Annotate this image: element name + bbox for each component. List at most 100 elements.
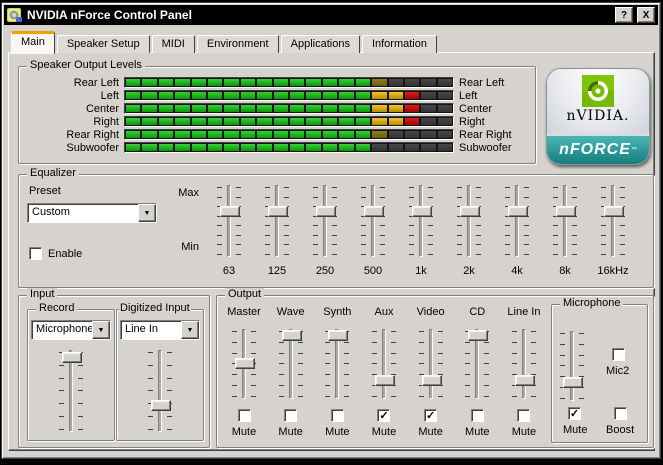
record-dropdown-arrow-icon[interactable]: ▼	[92, 321, 110, 339]
wave-slider-thumb[interactable]	[282, 330, 302, 341]
meter-segment-green	[192, 131, 206, 138]
titlebar[interactable]: NVIDIA nForce Control Panel ? X	[4, 5, 658, 25]
meter-segment-green	[339, 118, 353, 125]
microphone-track[interactable]	[570, 331, 574, 401]
eq-8k-slider-thumb[interactable]	[556, 206, 576, 217]
eq-1k-slider-thumb[interactable]	[412, 206, 432, 217]
eq-2k-slider-thumb[interactable]	[460, 206, 480, 217]
eq-250-slider[interactable]	[313, 185, 337, 257]
tick-mark	[512, 353, 517, 354]
mic2-checkbox[interactable]	[612, 348, 625, 361]
meter-segment-green	[241, 92, 255, 99]
digitized-input-track[interactable]	[158, 350, 162, 432]
eq-500-slider-thumb[interactable]	[364, 206, 384, 217]
tab-main[interactable]: Main	[11, 31, 55, 54]
eq-2k-slider[interactable]	[457, 185, 481, 257]
master-track[interactable]	[242, 329, 246, 399]
eq-band-label: 8k	[559, 265, 571, 277]
eq-8k-slider[interactable]	[553, 185, 577, 257]
eq-band-label: 250	[316, 265, 334, 277]
output-channel-label: Aux	[374, 306, 393, 319]
preset-combobox[interactable]: Custom ▼	[27, 203, 157, 223]
tab-midi[interactable]: MIDI	[152, 35, 195, 53]
eq-8k-track[interactable]	[563, 185, 567, 257]
aux-track[interactable]	[382, 329, 386, 399]
digitized-dropdown-arrow-icon[interactable]: ▼	[181, 321, 199, 339]
synth-track[interactable]	[335, 329, 339, 399]
eq-125-slider-thumb[interactable]	[268, 206, 288, 217]
tab-information[interactable]: Information	[362, 35, 437, 53]
line-in-slider-thumb[interactable]	[515, 375, 535, 386]
record-track[interactable]	[69, 350, 73, 432]
eq-1k-track[interactable]	[419, 185, 423, 257]
wave-slider[interactable]	[279, 329, 303, 399]
eq-4k-slider-thumb[interactable]	[508, 206, 528, 217]
cd-track[interactable]	[475, 329, 479, 399]
equalizer-enable-checkbox[interactable]	[29, 247, 42, 260]
eq-4k-slider[interactable]	[505, 185, 529, 257]
eq-125-slider[interactable]	[265, 185, 289, 257]
digitized-input-slider-thumb[interactable]	[151, 400, 171, 411]
synth-mute-checkbox[interactable]	[331, 409, 344, 422]
aux-mute-checkbox[interactable]: ✓	[377, 409, 390, 422]
aux-slider-thumb[interactable]	[375, 375, 395, 386]
meter-segment-green	[290, 79, 304, 86]
meter-segment-off	[389, 79, 403, 86]
cd-mute-checkbox[interactable]	[471, 409, 484, 422]
eq-63-slider[interactable]	[217, 185, 241, 257]
eq-250-slider-thumb[interactable]	[316, 206, 336, 217]
master-slider[interactable]	[232, 329, 256, 399]
wave-mute-checkbox[interactable]	[284, 409, 297, 422]
master-mute-checkbox[interactable]	[238, 409, 251, 422]
video-slider[interactable]	[419, 329, 443, 399]
close-button[interactable]: X	[637, 7, 655, 23]
meter-segment-green	[323, 118, 337, 125]
eq-250-track[interactable]	[323, 185, 327, 257]
eq-16kHz-track[interactable]	[611, 185, 615, 257]
cd-slider[interactable]	[465, 329, 489, 399]
record-slider-thumb[interactable]	[62, 352, 82, 363]
wave-track[interactable]	[289, 329, 293, 399]
tick-mark	[553, 225, 558, 226]
aux-slider[interactable]	[372, 329, 396, 399]
eq-500-track[interactable]	[371, 185, 375, 257]
eq-1k-slider[interactable]	[409, 185, 433, 257]
line-in-slider[interactable]	[512, 329, 536, 399]
tick-mark	[167, 352, 172, 353]
eq-16kHz-slider[interactable]	[601, 185, 625, 257]
video-track[interactable]	[429, 329, 433, 399]
tick-mark	[279, 353, 284, 354]
record-source-combobox[interactable]: Microphone ▼	[31, 320, 111, 340]
video-mute-checkbox[interactable]: ✓	[424, 409, 437, 422]
record-slider[interactable]	[59, 350, 83, 432]
eq-4k-track[interactable]	[515, 185, 519, 257]
eq-16kHz-slider-thumb[interactable]	[604, 206, 624, 217]
microphone-slider-thumb[interactable]	[563, 377, 583, 388]
master-slider-thumb[interactable]	[235, 358, 255, 369]
tick-mark	[78, 403, 83, 404]
microphone-slider[interactable]	[560, 331, 584, 401]
tick-mark	[298, 374, 303, 375]
tick-mark	[438, 363, 443, 364]
boost-checkbox[interactable]	[614, 407, 627, 420]
eq-125-track[interactable]	[275, 185, 279, 257]
eq-63-track[interactable]	[227, 185, 231, 257]
digitized-input-slider[interactable]	[148, 350, 172, 432]
line-in-track[interactable]	[522, 329, 526, 399]
synth-slider-thumb[interactable]	[328, 330, 348, 341]
preset-dropdown-arrow-icon[interactable]: ▼	[138, 204, 156, 222]
microphone-mute-checkbox[interactable]: ✓	[568, 407, 581, 420]
cd-slider-thumb[interactable]	[468, 330, 488, 341]
synth-slider[interactable]	[325, 329, 349, 399]
video-slider-thumb[interactable]	[422, 375, 442, 386]
eq-63-slider-thumb[interactable]	[220, 206, 240, 217]
line-in-mute-checkbox[interactable]	[517, 409, 530, 422]
tick-mark	[457, 225, 462, 226]
help-button[interactable]: ?	[615, 7, 633, 23]
tab-environment[interactable]: Environment	[197, 35, 279, 53]
tab-applications[interactable]: Applications	[281, 35, 360, 53]
digitized-input-combobox[interactable]: Line In ▼	[120, 320, 200, 340]
eq-500-slider[interactable]	[361, 185, 385, 257]
tab-speaker-setup[interactable]: Speaker Setup	[57, 35, 150, 53]
eq-2k-track[interactable]	[467, 185, 471, 257]
